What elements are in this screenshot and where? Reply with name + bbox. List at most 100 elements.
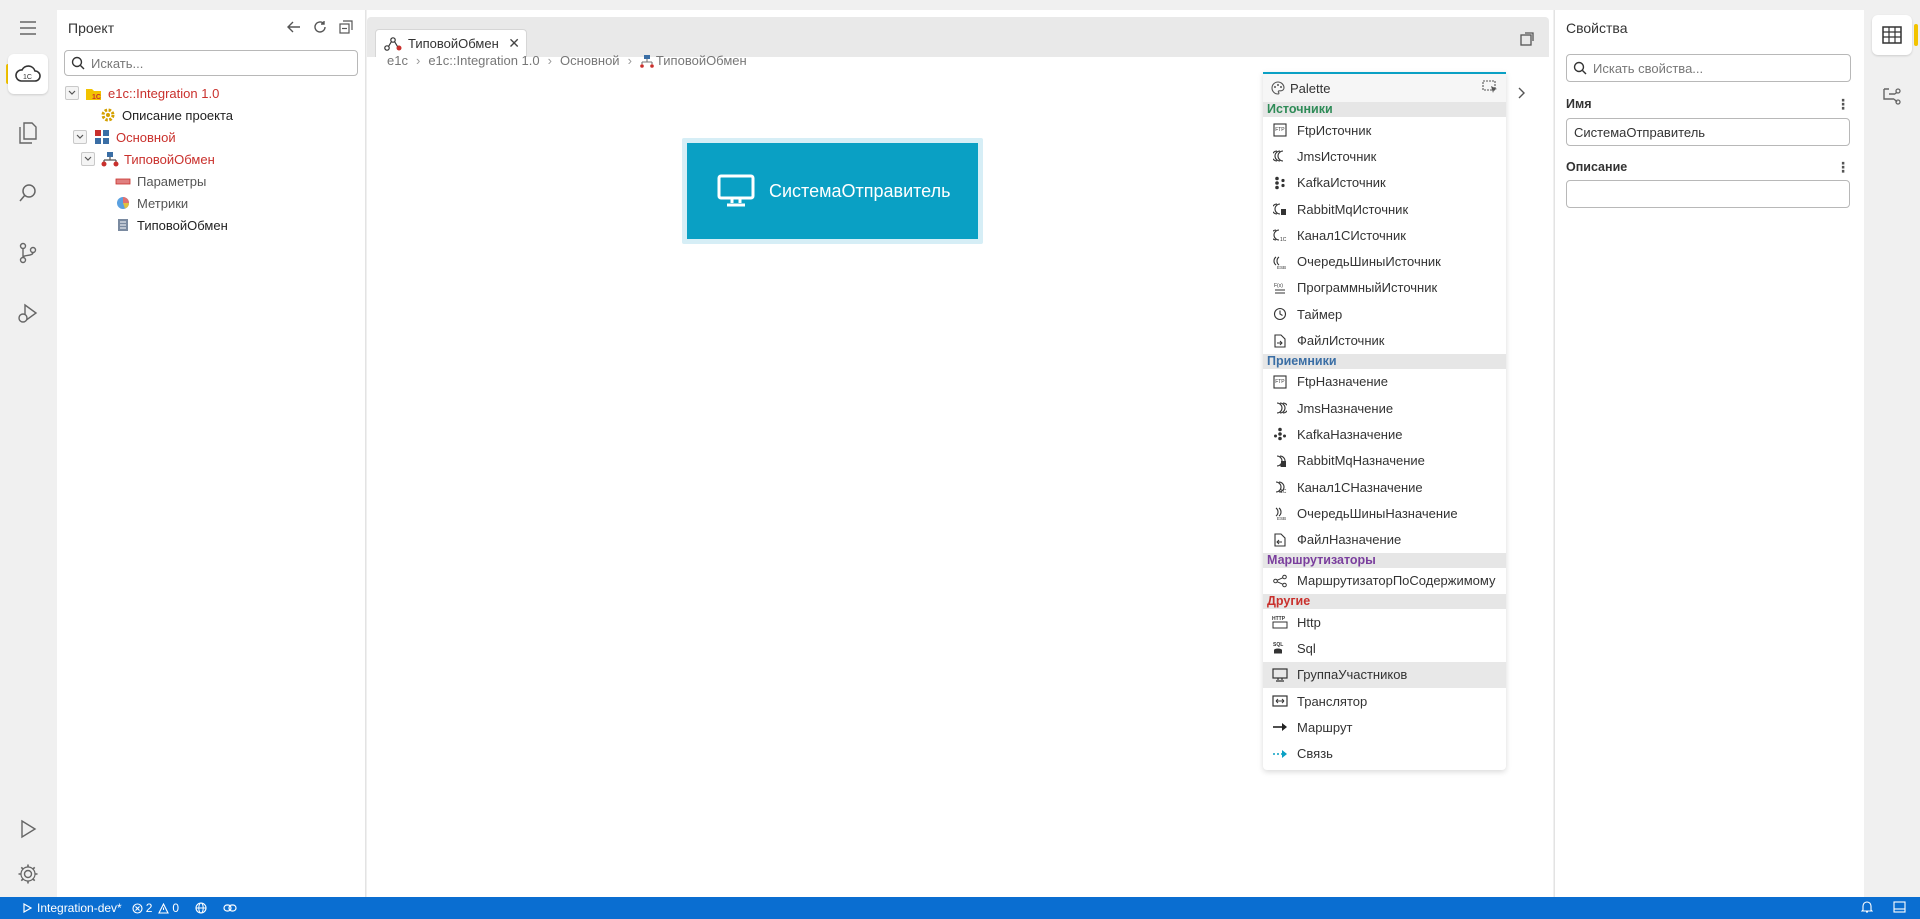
- chevron-down-icon[interactable]: [73, 130, 87, 144]
- kafka-destination-icon: [1271, 426, 1289, 442]
- settings-gear-icon[interactable]: [12, 858, 44, 890]
- palette-item-http[interactable]: HTTP Http: [1263, 609, 1506, 635]
- palette-item-file-destination[interactable]: ФайлНазначение: [1263, 526, 1506, 552]
- structure-icon[interactable]: [1876, 80, 1908, 112]
- palette-item-kafka-source[interactable]: KafkaИсточник: [1263, 170, 1506, 196]
- run-debug-icon[interactable]: [12, 297, 44, 329]
- palette-item-route[interactable]: Маршрут: [1263, 714, 1506, 740]
- palette-item-label: JmsИсточник: [1297, 148, 1377, 164]
- tree-item-project-description[interactable]: Описание проекта: [99, 104, 233, 126]
- breadcrumb-item[interactable]: e1c: [387, 53, 408, 68]
- name-value: СистемаОтправитель: [1574, 124, 1706, 140]
- tree-item-exchange[interactable]: ТиповойОбмен: [81, 148, 215, 170]
- chevron-right-icon: ›: [547, 53, 552, 68]
- files-icon[interactable]: [12, 117, 44, 149]
- breadcrumb-label: ТиповойОбмен: [655, 53, 747, 68]
- new-window-icon[interactable]: [1519, 31, 1535, 50]
- search-icon[interactable]: [12, 177, 44, 209]
- palette-item-bus-queue-source[interactable]: ESB ОчередьШиныИсточник: [1263, 248, 1506, 274]
- more-options-icon[interactable]: ⋮: [1836, 159, 1850, 176]
- palette-item-kafka-destination[interactable]: KafkaНазначение: [1263, 421, 1506, 447]
- menu-icon[interactable]: [12, 12, 44, 44]
- collapse-all-icon[interactable]: [337, 18, 355, 36]
- chevron-down-icon[interactable]: [65, 86, 79, 100]
- panel-layout-icon[interactable]: [1893, 900, 1906, 916]
- monitor-icon: [1271, 667, 1289, 683]
- branch-status[interactable]: Integration-dev*: [22, 901, 122, 915]
- chevron-down-icon[interactable]: [81, 152, 95, 166]
- cloud-1c-icon[interactable]: 1C: [8, 54, 48, 94]
- palette-item-ftp-destination[interactable]: FTP FtpНазначение: [1263, 369, 1506, 395]
- participant-node-body[interactable]: СистемаОтправитель: [687, 143, 978, 239]
- link-icon[interactable]: [223, 903, 237, 913]
- palette-section-sources: Источники: [1263, 102, 1506, 117]
- palette-item-channel1c-destination[interactable]: 1C Канал1СНазначение: [1263, 474, 1506, 500]
- chevron-right-icon[interactable]: [1516, 86, 1526, 102]
- tree-item-metrics[interactable]: Метрики: [114, 192, 188, 214]
- palette-item-bus-queue-destination[interactable]: ESB ОчередьШиныНазначение: [1263, 500, 1506, 526]
- palette-item-sql[interactable]: SQL Sql: [1263, 635, 1506, 661]
- palette-item-label: RabbitMqНазначение: [1297, 453, 1425, 469]
- name-field[interactable]: СистемаОтправитель: [1566, 118, 1850, 146]
- palette-item-label: Таймер: [1297, 306, 1343, 322]
- palette-item-label: ОчередьШиныНазначение: [1297, 505, 1458, 521]
- tree-item-exchange-scheme[interactable]: ТиповойОбмен: [114, 214, 228, 236]
- palette-item-file-source[interactable]: ФайлИсточник: [1263, 327, 1506, 353]
- globe-icon[interactable]: [195, 902, 207, 914]
- sql-icon: SQL: [1271, 640, 1289, 656]
- palette-item-rabbitmq-destination[interactable]: RabbitMqНазначение: [1263, 448, 1506, 474]
- table-icon[interactable]: [1872, 15, 1912, 55]
- properties-search-input[interactable]: [1593, 60, 1829, 76]
- palette-item-link[interactable]: Связь: [1263, 741, 1506, 767]
- project-panel: Проект 1C e1c::Integration 1.0 Описание …: [57, 10, 366, 897]
- palette-item-jms-source[interactable]: JmsИсточник: [1263, 143, 1506, 169]
- palette-item-program-source[interactable]: F(x) ПрограммныйИсточник: [1263, 275, 1506, 301]
- palette-item-label: JmsНазначение: [1297, 400, 1394, 416]
- search-icon: [1573, 61, 1587, 75]
- breadcrumb-item-current[interactable]: ТиповойОбмен: [640, 53, 747, 68]
- project-search-input[interactable]: [91, 55, 335, 71]
- tree-item-label: Метрики: [137, 195, 189, 211]
- svg-text:F(x): F(x): [1274, 283, 1283, 289]
- palette-item-timer[interactable]: Таймер: [1263, 301, 1506, 327]
- palette-section-receivers: Приемники: [1263, 353, 1506, 369]
- palette-item-jms-destination[interactable]: JmsНазначение: [1263, 395, 1506, 421]
- tree-item-main[interactable]: Основной: [73, 126, 176, 148]
- bell-icon[interactable]: [1860, 900, 1874, 916]
- palette-item-channel1c-source[interactable]: 1C Канал1СИсточник: [1263, 222, 1506, 248]
- palette-item-label: Http: [1297, 614, 1321, 630]
- description-field[interactable]: [1566, 180, 1850, 208]
- palette-item-rabbitmq-source[interactable]: RabbitMqИсточник: [1263, 196, 1506, 222]
- refresh-icon[interactable]: [311, 18, 329, 36]
- palette-item-label: ОчередьШиныИсточник: [1297, 254, 1441, 270]
- run-icon[interactable]: [12, 813, 44, 845]
- gear-icon: [99, 107, 117, 123]
- palette-select-tool-icon[interactable]: [1482, 79, 1498, 97]
- palette-item-label: Канал1СНазначение: [1297, 479, 1423, 495]
- breadcrumb-item[interactable]: Основной: [560, 53, 620, 68]
- breadcrumb-item[interactable]: e1c::Integration 1.0: [428, 53, 539, 68]
- back-arrow-icon[interactable]: [285, 18, 303, 36]
- source-control-icon[interactable]: [12, 237, 44, 269]
- tree-item-project-root[interactable]: 1C e1c::Integration 1.0: [65, 82, 219, 104]
- chevron-right-icon: ›: [415, 53, 421, 68]
- palette-header: Palette: [1263, 74, 1506, 102]
- translator-icon: [1271, 693, 1289, 709]
- more-options-icon[interactable]: ⋮: [1836, 96, 1850, 113]
- problems-status[interactable]: 2 0: [132, 901, 179, 915]
- participant-node-label: СистемаОтправитель: [769, 180, 951, 201]
- http-icon: HTTP: [1271, 614, 1289, 630]
- palette-item-ftp-source[interactable]: FTP FtpИсточник: [1263, 117, 1506, 143]
- participant-node[interactable]: СистемаОтправитель: [682, 138, 983, 244]
- project-search-field[interactable]: [64, 50, 358, 76]
- palette-item-participant-group[interactable]: ГруппаУчастников: [1263, 661, 1506, 688]
- monitor-icon: [717, 174, 755, 207]
- palette-item-content-router[interactable]: МаршрутизаторПоСодержимому: [1263, 568, 1506, 594]
- chevron-right-icon: ›: [627, 53, 632, 68]
- palette-item-translator[interactable]: Транслятор: [1263, 688, 1506, 714]
- close-icon[interactable]: ✕: [508, 35, 520, 52]
- error-count: 2: [145, 901, 153, 915]
- tree-item-parameters[interactable]: Параметры: [114, 170, 206, 192]
- properties-search-field[interactable]: [1566, 54, 1851, 82]
- palette-item-label: Транслятор: [1297, 693, 1368, 709]
